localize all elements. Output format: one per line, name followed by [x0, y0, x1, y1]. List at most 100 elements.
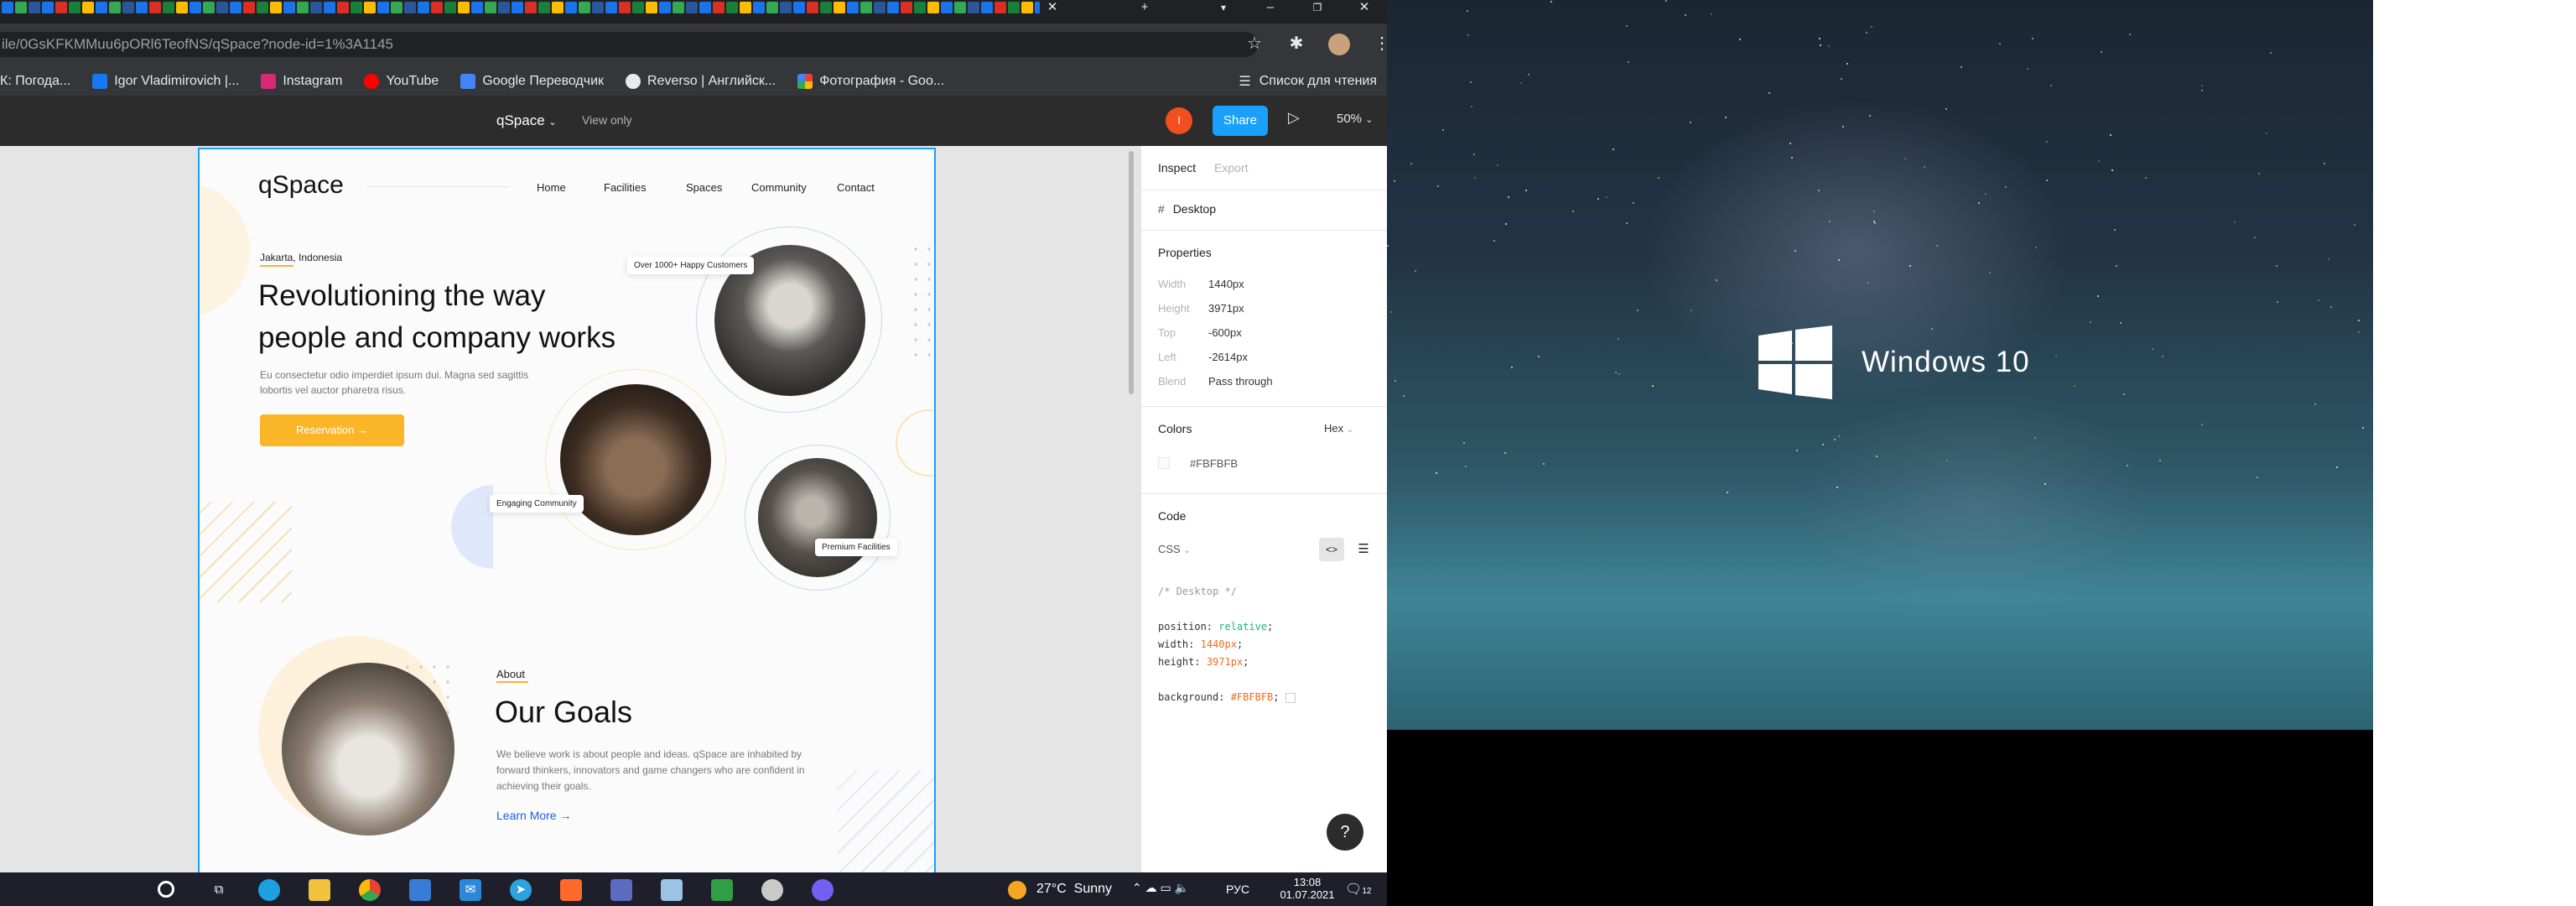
- weather-widget[interactable]: 27°C Sunny: [1036, 882, 1112, 897]
- tab-favicon[interactable]: [525, 2, 537, 13]
- bookmark-facebook[interactable]: Igor Vladimirovich |...: [92, 74, 239, 89]
- nav-spaces[interactable]: Spaces: [686, 181, 722, 194]
- tab-favicon[interactable]: [874, 2, 886, 13]
- language-indicator[interactable]: РУС: [1226, 883, 1249, 896]
- tab-favicon[interactable]: [512, 2, 523, 13]
- tab-close-icon[interactable]: ✕: [1040, 0, 1065, 15]
- tab-favicon[interactable]: [404, 2, 416, 13]
- tab-favicon[interactable]: [834, 2, 845, 13]
- tab-favicon[interactable]: [2, 2, 13, 13]
- tab-favicon[interactable]: [203, 2, 215, 13]
- bookmark-google-photos[interactable]: Фотография - Goo...: [797, 74, 944, 89]
- list-view-icon[interactable]: ☰: [1353, 538, 1374, 561]
- tab-favicon[interactable]: [29, 2, 40, 13]
- extensions-icon[interactable]: ✱: [1286, 34, 1306, 54]
- spreadsheet-icon[interactable]: [711, 879, 733, 901]
- task-view-icon[interactable]: ⧉: [208, 879, 230, 901]
- tab-favicon[interactable]: [740, 2, 751, 13]
- tab-favicon[interactable]: [55, 2, 67, 13]
- tab-favicon[interactable]: [15, 2, 27, 13]
- edge-icon[interactable]: [258, 879, 280, 901]
- tab-favicon[interactable]: [699, 2, 711, 13]
- notification-center-icon[interactable]: 🗨12: [1345, 881, 1371, 898]
- tab-favicon[interactable]: [713, 2, 724, 13]
- tab-favicon[interactable]: [726, 2, 738, 13]
- tab-favicon[interactable]: [753, 2, 765, 13]
- browser-menu-icon[interactable]: ⋮: [1372, 34, 1387, 54]
- bookmark-youtube[interactable]: YouTube: [364, 74, 439, 89]
- bookmark-instagram[interactable]: Instagram: [261, 74, 342, 89]
- tab-favicon[interactable]: [605, 2, 617, 13]
- tab-favicon[interactable]: [659, 2, 671, 13]
- tab-favicon[interactable]: [136, 2, 148, 13]
- new-tab-icon[interactable]: +: [1132, 0, 1157, 15]
- canvas-scrollbar[interactable]: [1129, 151, 1134, 394]
- tab-favicon[interactable]: [176, 2, 188, 13]
- tab-favicon[interactable]: [592, 2, 604, 13]
- window-close-icon[interactable]: ✕: [1352, 0, 1377, 15]
- store-icon[interactable]: [409, 879, 431, 901]
- tab-inspect[interactable]: Inspect: [1158, 161, 1196, 174]
- tab-favicon[interactable]: [860, 2, 872, 13]
- tab-favicon[interactable]: [122, 2, 134, 13]
- code-language-select[interactable]: CSS ⌄: [1158, 543, 1191, 555]
- share-button[interactable]: Share: [1213, 106, 1268, 136]
- sun-weather-icon[interactable]: [1008, 881, 1026, 899]
- tab-favicon[interactable]: [337, 2, 349, 13]
- bookmark-weather[interactable]: К: Погода...: [0, 74, 70, 89]
- tab-favicon[interactable]: [310, 2, 322, 13]
- tab-favicon[interactable]: [69, 2, 80, 13]
- tab-favicon[interactable]: [458, 2, 470, 13]
- tab-favicon[interactable]: [673, 2, 684, 13]
- tab-favicon[interactable]: [216, 2, 228, 13]
- tab-favicon[interactable]: [243, 2, 255, 13]
- learn-more-link[interactable]: Learn More →: [496, 809, 571, 822]
- tab-favicon[interactable]: [297, 2, 309, 13]
- minimize-icon[interactable]: –: [1258, 0, 1283, 15]
- tab-favicon[interactable]: [1008, 2, 1020, 13]
- profile-avatar[interactable]: [1328, 34, 1350, 55]
- zoom-menu[interactable]: 50% ⌄: [1337, 112, 1373, 126]
- tab-favicon[interactable]: [283, 2, 295, 13]
- brave-icon[interactable]: [560, 879, 582, 901]
- tab-favicon[interactable]: [270, 2, 282, 13]
- tab-favicon[interactable]: [364, 2, 376, 13]
- restore-icon[interactable]: ❐: [1305, 0, 1330, 15]
- tab-favicon[interactable]: [565, 2, 577, 13]
- nav-contact[interactable]: Contact: [837, 181, 875, 194]
- tab-favicon[interactable]: [981, 2, 993, 13]
- tab-favicon[interactable]: [914, 2, 926, 13]
- bookmark-reverso[interactable]: Reverso | Английск...: [626, 74, 776, 89]
- tab-favicon[interactable]: [431, 2, 443, 13]
- mail-icon[interactable]: ✉: [460, 879, 481, 901]
- help-button[interactable]: ?: [1327, 814, 1363, 851]
- tab-favicon[interactable]: [444, 2, 456, 13]
- color-format-select[interactable]: Hex ⌄: [1324, 422, 1353, 435]
- tab-export[interactable]: Export: [1214, 161, 1248, 174]
- tab-favicon[interactable]: [324, 2, 335, 13]
- tab-favicon[interactable]: [149, 2, 161, 13]
- tab-favicon[interactable]: [498, 2, 510, 13]
- tab-favicon[interactable]: [995, 2, 1006, 13]
- tab-favicon[interactable]: [538, 2, 550, 13]
- nav-facilities[interactable]: Facilities: [604, 181, 647, 194]
- tab-favicon[interactable]: [82, 2, 94, 13]
- reading-list-button[interactable]: ☰ Список для чтения: [1239, 67, 1377, 96]
- tab-favicon[interactable]: [163, 2, 174, 13]
- tab-favicon[interactable]: [257, 2, 268, 13]
- tab-favicon[interactable]: [968, 2, 979, 13]
- tab-favicon[interactable]: [632, 2, 644, 13]
- tab-favicon[interactable]: [646, 2, 657, 13]
- tab-favicon[interactable]: [887, 2, 899, 13]
- tab-favicon[interactable]: [941, 2, 953, 13]
- tab-favicon[interactable]: [619, 2, 631, 13]
- chrome-icon[interactable]: [359, 879, 381, 901]
- tab-favicon[interactable]: [109, 2, 121, 13]
- tab-favicon[interactable]: [780, 2, 792, 13]
- url-field[interactable]: ile/0GsKFKMMuu6pORl6TeofNS/qSpace?node-i…: [0, 32, 1258, 57]
- tab-favicon[interactable]: [807, 2, 818, 13]
- clock-app-icon[interactable]: [761, 879, 783, 901]
- bookmark-google-translate[interactable]: Google Переводчик: [460, 74, 604, 89]
- viber-icon[interactable]: [812, 879, 834, 901]
- tab-favicon[interactable]: [96, 2, 107, 13]
